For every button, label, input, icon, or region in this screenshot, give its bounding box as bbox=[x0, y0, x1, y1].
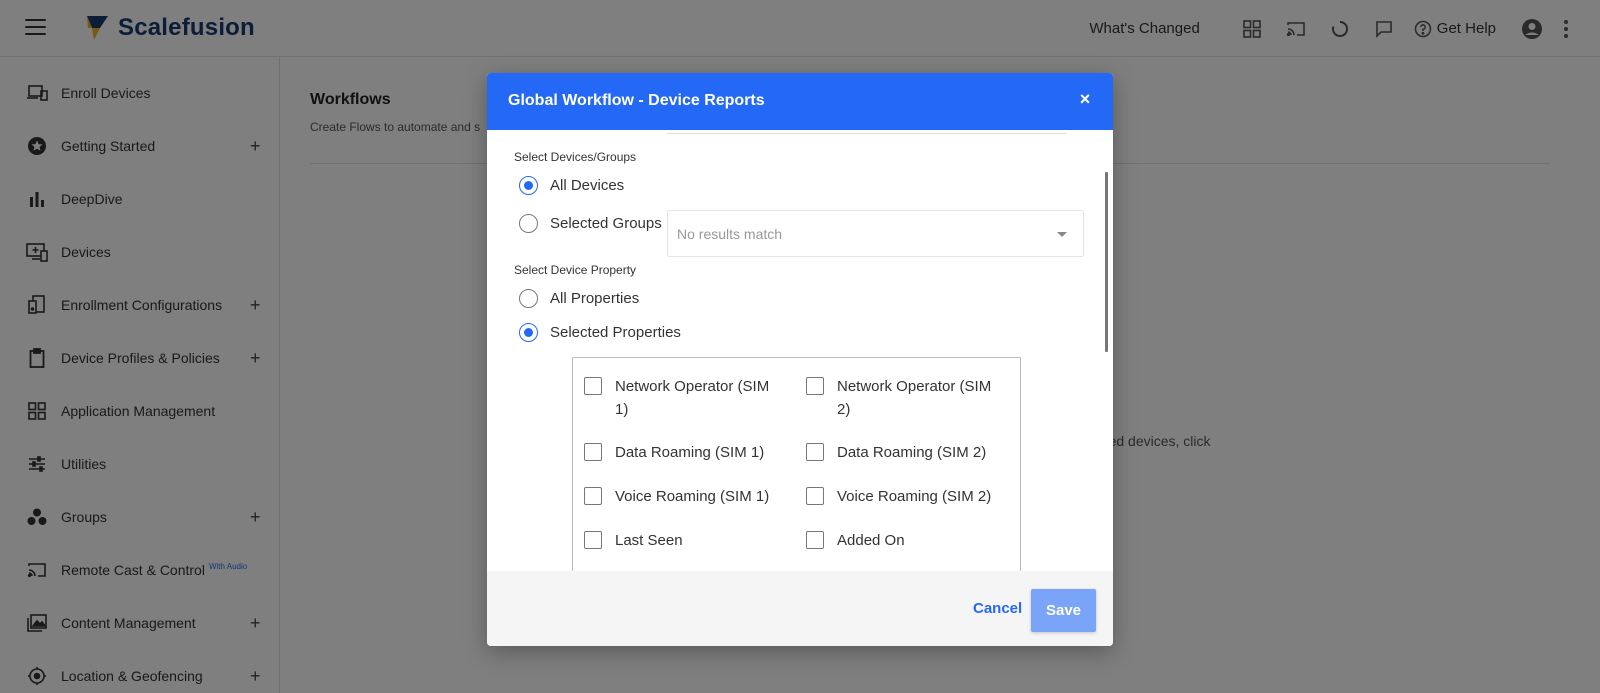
save-button[interactable]: Save bbox=[1031, 589, 1096, 632]
checkbox[interactable] bbox=[806, 443, 824, 461]
property-checkbox-item[interactable]: Voice Roaming (SIM 2) bbox=[806, 487, 1007, 508]
close-icon[interactable]: × bbox=[1075, 88, 1095, 110]
property-section-label: Select Device Property bbox=[514, 263, 637, 277]
property-checkbox-item[interactable]: Voice Roaming (SIM 1) bbox=[584, 487, 785, 508]
modal-body: Select Devices/Groups All Devices Select… bbox=[487, 130, 1113, 571]
property-label: Last Seen bbox=[615, 532, 683, 549]
radio-label: All Properties bbox=[550, 290, 640, 307]
checkbox[interactable] bbox=[584, 443, 602, 461]
radio-button[interactable] bbox=[519, 323, 538, 342]
radio-button[interactable] bbox=[519, 176, 538, 195]
radio-selected-properties[interactable]: Selected Properties bbox=[519, 323, 681, 342]
properties-list[interactable]: Network Operator (SIM 1) Network Operato… bbox=[572, 357, 1021, 571]
property-checkbox-item[interactable]: Data Roaming (SIM 1) bbox=[584, 443, 785, 464]
radio-all-devices[interactable]: All Devices bbox=[519, 176, 624, 195]
property-checkbox-item[interactable]: Network Operator (SIM 2) bbox=[806, 377, 1007, 421]
property-checkbox-item[interactable]: Added On bbox=[806, 531, 1007, 552]
checkbox[interactable] bbox=[806, 531, 824, 549]
devices-section-label: Select Devices/Groups bbox=[514, 150, 637, 164]
groups-select-value: No results match bbox=[677, 226, 783, 242]
checkbox[interactable] bbox=[806, 377, 824, 395]
modal-title: Global Workflow - Device Reports bbox=[508, 92, 765, 109]
checkbox[interactable] bbox=[806, 487, 824, 505]
radio-label: Selected Properties bbox=[550, 324, 681, 341]
property-label: Network Operator (SIM 2) bbox=[837, 378, 992, 418]
scrolled-input-edge bbox=[667, 130, 1067, 134]
caret-down-icon bbox=[1057, 232, 1067, 237]
radio-selected-groups[interactable]: Selected Groups bbox=[519, 214, 662, 233]
radio-label: All Devices bbox=[550, 177, 625, 194]
property-label: Added On bbox=[837, 532, 905, 549]
modal-scrollbar[interactable] bbox=[1105, 172, 1108, 352]
property-checkbox-item[interactable]: Data Roaming (SIM 2) bbox=[806, 443, 1007, 464]
property-label: Voice Roaming (SIM 1) bbox=[615, 488, 770, 505]
modal-header: Global Workflow - Device Reports × bbox=[487, 73, 1113, 130]
radio-all-properties[interactable]: All Properties bbox=[519, 289, 639, 308]
radio-label: Selected Groups bbox=[550, 215, 662, 232]
cancel-button[interactable]: Cancel bbox=[973, 600, 1022, 617]
workflow-modal: Global Workflow - Device Reports × Selec… bbox=[487, 73, 1113, 646]
checkbox[interactable] bbox=[584, 531, 602, 549]
property-checkbox-item[interactable]: Last Seen bbox=[584, 531, 785, 552]
modal-footer: Cancel Save bbox=[487, 571, 1113, 646]
property-label: Data Roaming (SIM 2) bbox=[837, 444, 987, 461]
groups-select[interactable]: No results match bbox=[667, 210, 1084, 257]
checkbox[interactable] bbox=[584, 487, 602, 505]
property-label: Network Operator (SIM 1) bbox=[615, 378, 770, 418]
radio-button[interactable] bbox=[519, 289, 538, 308]
property-label: Data Roaming (SIM 1) bbox=[615, 444, 765, 461]
property-checkbox-item[interactable]: Network Operator (SIM 1) bbox=[584, 377, 785, 421]
checkbox[interactable] bbox=[584, 377, 602, 395]
property-label: Voice Roaming (SIM 2) bbox=[837, 488, 992, 505]
radio-button[interactable] bbox=[519, 214, 538, 233]
